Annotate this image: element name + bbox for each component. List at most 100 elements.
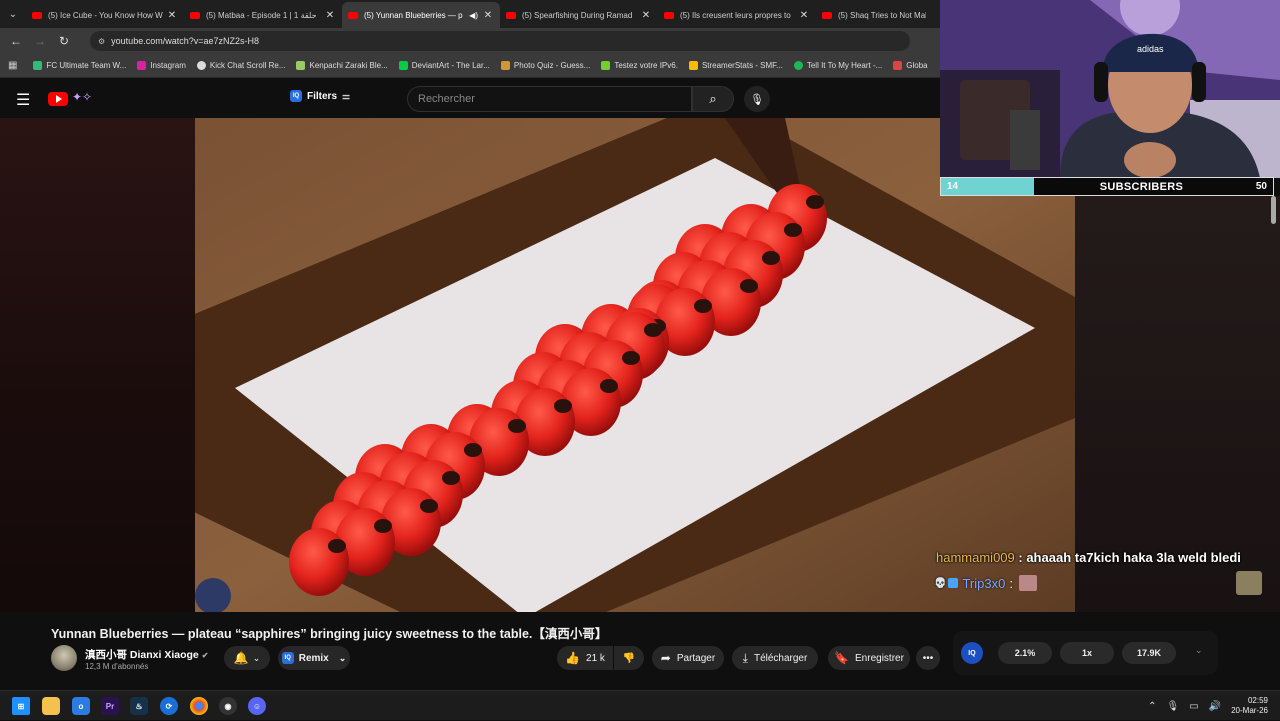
notifications-button[interactable]: 🔔 ⌄ xyxy=(224,646,270,670)
dislike-button[interactable]: 👎 xyxy=(614,646,644,670)
search-icon: ⌕ xyxy=(709,91,717,106)
share-button[interactable]: ➦ Partager xyxy=(652,646,724,670)
bookmark-favicon-icon xyxy=(893,61,903,70)
video-left-letterbox xyxy=(0,118,195,612)
youtube-logo-icon[interactable] xyxy=(48,92,68,106)
chat-message: hammami009 : ahaaah ta7kich haka 3la wel… xyxy=(936,550,1241,565)
remix-label: Remix xyxy=(298,652,329,664)
discord-icon[interactable]: ☺ xyxy=(248,697,266,715)
share-label: Partager xyxy=(676,652,716,664)
chocolate-dot xyxy=(644,323,662,337)
bookmark-item[interactable]: DeviantArt - The Lar... xyxy=(398,61,490,70)
site-info-icon[interactable]: ⚙ xyxy=(98,37,105,46)
volume-icon[interactable]: 🔊 xyxy=(1209,701,1221,712)
chocolate-dot xyxy=(420,499,438,513)
outlook-icon[interactable]: o xyxy=(72,697,90,715)
filters-button[interactable]: IQ Filters ⚌ xyxy=(290,90,350,102)
bookmark-item[interactable]: Tell It To My Heart -... xyxy=(793,61,882,70)
youtube-doodle-icon[interactable]: ✦✧ xyxy=(72,90,92,104)
download-icon: ⤓ xyxy=(742,650,748,665)
bookmark-item[interactable]: Instagram xyxy=(137,61,186,70)
forward-arrow-icon[interactable]: → xyxy=(28,34,52,48)
youtube-favicon-icon xyxy=(822,11,832,19)
browser-tab[interactable]: (5) Shaq Tries to Not Make a xyxy=(816,2,932,28)
chevron-down-icon: ⌄ xyxy=(252,652,261,663)
youtube-favicon-icon xyxy=(506,11,516,19)
reload-icon[interactable]: ↻ xyxy=(52,34,76,48)
download-button[interactable]: ⤓ Télécharger xyxy=(732,646,818,670)
chevron-down-icon: ⌄ xyxy=(338,652,347,663)
bookmark-item[interactable]: Globa xyxy=(893,61,928,70)
bookmark-favicon-icon xyxy=(688,61,698,70)
network-icon[interactable]: ▭ xyxy=(1189,701,1198,712)
app-icon[interactable]: ⟳ xyxy=(160,697,178,715)
close-tab-icon[interactable]: ✕ xyxy=(166,10,178,21)
subscriber-goal-bar: 14 SUBSCRIBERS 50 xyxy=(940,177,1274,196)
channel-avatar[interactable] xyxy=(51,645,77,671)
youtube-favicon-icon xyxy=(32,11,42,19)
browser-tab[interactable]: (5) Spearfishing During Ramad ✕ xyxy=(500,2,658,28)
hamburger-menu-icon[interactable]: ☰ xyxy=(16,90,30,110)
webcam-frame: adidas xyxy=(940,0,1280,178)
file-explorer-icon[interactable] xyxy=(42,697,60,715)
tab-search-chevron-icon[interactable]: ⌄ xyxy=(0,0,26,28)
subscriber-goal: 50 xyxy=(1255,181,1267,192)
chrome-icon[interactable] xyxy=(190,697,208,715)
clock[interactable]: 02:59 20-Mar-26 xyxy=(1231,696,1268,716)
bookmark-item[interactable]: FC Ultimate Team W... xyxy=(33,61,126,70)
browser-tab-active[interactable]: (5) Yunnan Blueberries — p ◀) ✕ xyxy=(342,2,500,28)
close-tab-icon[interactable]: ✕ xyxy=(640,10,652,21)
chevron-up-icon[interactable]: ⌃ xyxy=(1148,701,1156,712)
browser-tab[interactable]: (5) Ice Cube - You Know How W ✕ xyxy=(26,2,184,28)
iq-logo-icon[interactable]: IQ xyxy=(961,642,983,664)
chevron-down-icon[interactable]: ⌄ xyxy=(1195,645,1203,656)
browser-tab[interactable]: (5) Matbaa - Episode 1 | 1 حلقة ✕ xyxy=(184,2,342,28)
chat-username: hammami009 xyxy=(936,550,1015,565)
chocolate-dot xyxy=(762,251,780,265)
close-tab-icon[interactable]: ✕ xyxy=(324,10,336,21)
bookmark-item[interactable]: Kick Chat Scroll Re... xyxy=(196,61,285,70)
url-field[interactable]: ⚙ youtube.com/watch?v=ae7zNZ2s-H8 xyxy=(90,31,910,51)
browser-tab[interactable]: (5) Ils creusent leurs propres to ✕ xyxy=(658,2,816,28)
bookmark-label: Instagram xyxy=(150,61,186,70)
more-actions-button[interactable]: ••• xyxy=(916,646,940,670)
remix-button[interactable]: IQ Remix ⌄ xyxy=(278,646,350,670)
windows-start-icon[interactable]: ⊞ xyxy=(12,697,30,715)
streamer-webcam: adidas xyxy=(940,0,1280,178)
chocolate-dot xyxy=(784,223,802,237)
channel-name[interactable]: 滇西小哥 Dianxi Xiaoge ✔ xyxy=(85,647,208,662)
thumbs-down-icon: 👎 xyxy=(622,652,636,664)
iq-stats-widget: IQ 2.1% 1x 17.9K ⌄ xyxy=(953,631,1218,675)
clock-date: 20-Mar-26 xyxy=(1231,706,1268,715)
bookmark-item[interactable]: Photo Quiz - Guess... xyxy=(500,61,591,70)
back-arrow-icon[interactable]: ← xyxy=(4,34,28,48)
chocolate-dot xyxy=(554,399,572,413)
skull-emote-icon: 💀 xyxy=(934,577,947,589)
microphone-icon[interactable]: 🎙 xyxy=(1166,701,1179,712)
close-tab-icon[interactable]: ✕ xyxy=(798,10,810,21)
scrollbar-thumb[interactable] xyxy=(1271,196,1276,224)
search-input[interactable]: Rechercher xyxy=(407,86,692,112)
bookmark-label: Kenpachi Zaraki Ble... xyxy=(309,61,388,70)
bookmark-item[interactable]: Kenpachi Zaraki Ble... xyxy=(296,61,388,70)
iq-stat-percent: 2.1% xyxy=(998,642,1052,664)
bookmark-item[interactable]: StreamerStats - SMF... xyxy=(688,61,783,70)
chat-message: 💀 Trip3x0 : xyxy=(934,575,1037,591)
iq-stat-count: 17.9K xyxy=(1122,642,1176,664)
tab-strip: ⌄ (5) Ice Cube - You Know How W ✕ (5) Mat… xyxy=(0,0,940,28)
search-button[interactable]: ⌕ xyxy=(692,86,734,112)
iq-remix-icon: IQ xyxy=(281,652,294,664)
obs-icon[interactable]: ◉ xyxy=(219,697,237,715)
emote-image-icon xyxy=(1018,575,1037,591)
steam-icon[interactable]: ♨ xyxy=(130,697,148,715)
premiere-pro-icon[interactable]: Pr xyxy=(101,697,119,715)
like-button[interactable]: 👍 21 k xyxy=(557,646,613,670)
apps-grid-icon[interactable]: ▦ xyxy=(8,60,17,71)
speaker-icon[interactable]: ◀) xyxy=(469,11,478,20)
bookmark-item[interactable]: Testez votre IPv6. xyxy=(601,61,678,70)
voice-search-button[interactable]: 🎙 xyxy=(744,86,770,112)
save-button[interactable]: 🔖 Enregistrer xyxy=(828,646,910,670)
sliders-icon: ⚌ xyxy=(342,90,351,101)
close-tab-icon[interactable]: ✕ xyxy=(482,10,494,21)
bookmark-label: Photo Quiz - Guess... xyxy=(513,61,591,70)
